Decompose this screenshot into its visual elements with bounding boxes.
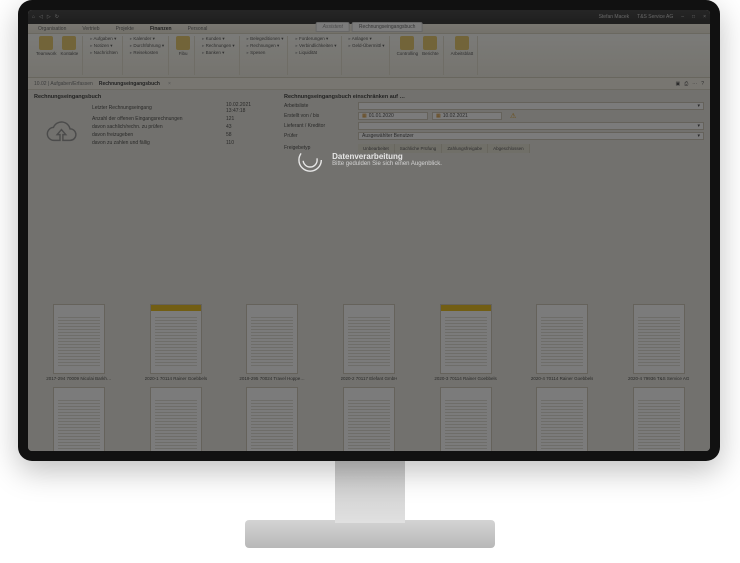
processing-title: Datenverarbeitung — [332, 152, 442, 161]
modal-backdrop — [28, 10, 710, 451]
spinner-icon — [296, 146, 324, 174]
processing-body: Bitte gedulden Sie sich einen Augenblick… — [332, 161, 442, 167]
app-screen: ⌂ ◁ ▷ ↻ Stefan Macek T&S Service AG – □ … — [28, 10, 710, 451]
monitor-stand-neck — [335, 461, 405, 523]
processing-modal: Datenverarbeitung Bitte gedulden Sie sic… — [296, 146, 442, 174]
monitor-frame: ⌂ ◁ ▷ ↻ Stefan Macek T&S Service AG – □ … — [18, 0, 720, 461]
monitor-stand-base — [245, 520, 495, 548]
